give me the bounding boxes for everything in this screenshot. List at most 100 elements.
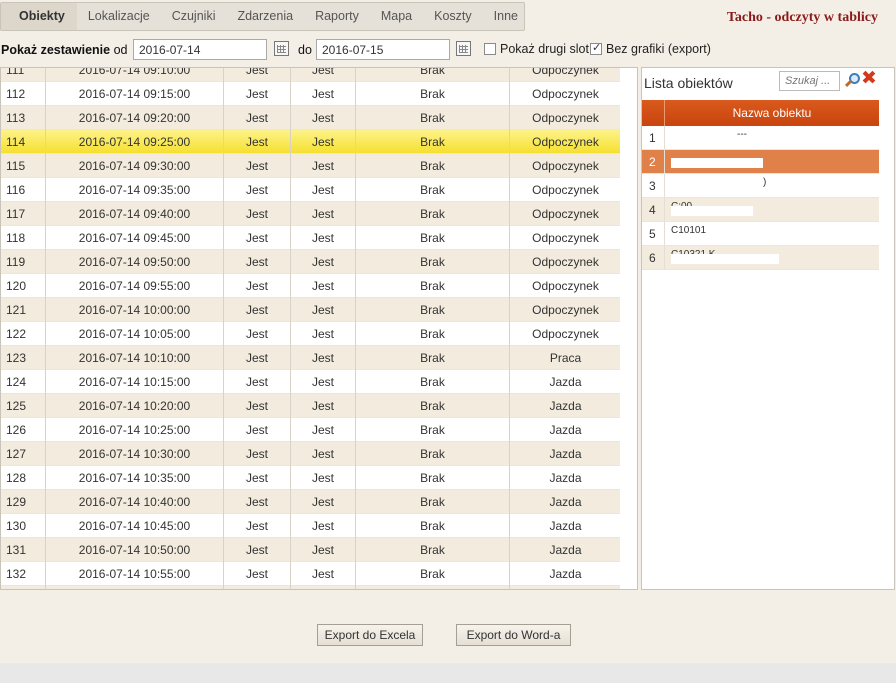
object-list-title: Lista obiektów <box>644 75 733 91</box>
cell-card-status: Brak <box>356 418 510 442</box>
object-list-item[interactable]: 3) <box>642 174 879 198</box>
cell-slot2-status: Jest <box>291 442 356 466</box>
search-icon[interactable] <box>844 73 860 88</box>
menu-item-koszty[interactable]: Koszty <box>423 3 483 30</box>
cell-slot2-status: Jest <box>291 154 356 178</box>
cell-timestamp: 2016-07-14 10:55:00 <box>46 562 224 586</box>
table-row[interactable]: 119 2016-07-14 09:50:00 Jest Jest Brak Odpocz… <box>1 250 621 274</box>
cell-row-number: 126 <box>1 418 46 442</box>
search-input[interactable] <box>779 71 840 91</box>
menu-item-zdarzenia[interactable]: Zdarzenia <box>226 3 304 30</box>
cell-slot1-status: Jest <box>224 178 291 202</box>
table-row[interactable]: 118 2016-07-14 09:45:00 Jest Jest Brak Odpocz… <box>1 226 621 250</box>
readings-table-body: 111 2016-07-14 09:10:00 Jest Jest Brak Odpocz… <box>1 68 621 589</box>
cell-slot2-status: Jest <box>291 82 356 106</box>
table-row[interactable]: 129 2016-07-14 10:40:00 Jest Jest Brak Jazda <box>1 490 621 514</box>
menu-item-obiekty[interactable]: Obiekty <box>1 3 77 30</box>
cell-row-number: 120 <box>1 274 46 298</box>
cell-slot1-status: Jest <box>224 154 291 178</box>
table-row[interactable]: 122 2016-07-14 10:05:00 Jest Jest Brak Odpocz… <box>1 322 621 346</box>
export-word-button[interactable]: Export do Word-a <box>456 624 571 646</box>
date-to-input[interactable] <box>316 39 450 60</box>
cell-slot2-status: Jest <box>291 178 356 202</box>
cell-row-number: 131 <box>1 538 46 562</box>
object-list-item[interactable]: 6C10321 K <box>642 246 879 270</box>
object-list-item[interactable]: 2 <box>642 150 879 174</box>
cell-timestamp: 2016-07-14 09:50:00 <box>46 250 224 274</box>
menu-item-inne[interactable]: Inne <box>483 3 529 30</box>
cell-card-status: Brak <box>356 68 510 82</box>
date-from-input[interactable] <box>133 39 267 60</box>
redaction-mark <box>671 254 779 264</box>
cell-timestamp: 2016-07-14 10:35:00 <box>46 466 224 490</box>
table-row[interactable]: 117 2016-07-14 09:40:00 Jest Jest Brak Odpocz… <box>1 202 621 226</box>
table-row[interactable]: 112 2016-07-14 09:15:00 Jest Jest Brak Odpocz… <box>1 82 621 106</box>
calendar-icon[interactable] <box>456 41 471 56</box>
cell-row-number: 118 <box>1 226 46 250</box>
menu-item-lokalizacje[interactable]: Lokalizacje <box>77 3 161 30</box>
table-row[interactable]: 130 2016-07-14 10:45:00 Jest Jest Brak Jazda <box>1 514 621 538</box>
cell-timestamp: 2016-07-14 10:20:00 <box>46 394 224 418</box>
cell-timestamp: 2016-07-14 09:25:00 <box>46 130 224 154</box>
cell-slot2-status: Jest <box>291 202 356 226</box>
table-row[interactable]: 121 2016-07-14 10:00:00 Jest Jest Brak Odpocz… <box>1 298 621 322</box>
cell-slot1-status: Jest <box>224 586 291 589</box>
cell-slot2-status: Jest <box>291 68 356 82</box>
cell-activity: Jazda <box>549 375 582 389</box>
no-graphics-checkbox[interactable] <box>590 41 602 55</box>
cell-timestamp: 2016-07-14 09:20:00 <box>46 106 224 130</box>
readings-table[interactable]: 111 2016-07-14 09:10:00 Jest Jest Brak Odpocz… <box>0 67 638 590</box>
object-list: Nazwa obiektu 1---23)4C:005C101016C10321… <box>642 100 879 270</box>
cell-slot2-status: Jest <box>291 250 356 274</box>
table-row[interactable]: 125 2016-07-14 10:20:00 Jest Jest Brak Jazda <box>1 394 621 418</box>
table-row[interactable]: 126 2016-07-14 10:25:00 Jest Jest Brak Jazda <box>1 418 621 442</box>
object-list-item[interactable]: 5 C10101 <box>642 222 879 246</box>
table-row[interactable]: 114 2016-07-14 09:25:00 Jest Jest Brak Odpocz… <box>1 130 621 154</box>
table-row[interactable]: 1332016-07-14 11:00:00JestJestBrakJazda <box>1 586 621 589</box>
cell-timestamp: 2016-07-14 10:00:00 <box>46 298 224 322</box>
table-row[interactable]: 128 2016-07-14 10:35:00 Jest Jest Brak Jazda <box>1 466 621 490</box>
table-row[interactable]: 123 2016-07-14 10:10:00 Jest Jest Brak Praca <box>1 346 621 370</box>
object-number: 1 <box>642 126 665 149</box>
object-name: --- <box>665 126 879 149</box>
cell-slot2-status: Jest <box>291 538 356 562</box>
table-row[interactable]: 116 2016-07-14 09:35:00 Jest Jest Brak Odpocz… <box>1 178 621 202</box>
table-row[interactable]: 132 2016-07-14 10:55:00 Jest Jest Brak Jazda <box>1 562 621 586</box>
table-row[interactable]: 113 2016-07-14 09:20:00 Jest Jest Brak Odpocz… <box>1 106 621 130</box>
object-list-item[interactable]: 4C:00 <box>642 198 879 222</box>
cell-row-number: 130 <box>1 514 46 538</box>
clear-search-icon[interactable]: ✖ <box>861 69 877 88</box>
object-list-item[interactable]: 1 --- <box>642 126 879 150</box>
second-slot-checkbox[interactable] <box>484 43 496 55</box>
object-name-fragment: C10101 <box>671 225 707 236</box>
cell-timestamp: 2016-07-14 09:55:00 <box>46 274 224 298</box>
filter-label: Pokaż zestawienie od <box>1 43 128 57</box>
vertical-scrollbar[interactable] <box>620 68 637 589</box>
calendar-icon[interactable] <box>274 41 289 56</box>
menu-item-mapa[interactable]: Mapa <box>370 3 423 30</box>
cell-slot1-status: Jest <box>224 370 291 394</box>
export-excel-button[interactable]: Export do Excela <box>317 624 423 646</box>
cell-timestamp: 2016-07-14 10:50:00 <box>46 538 224 562</box>
cell-card-status: Brak <box>356 346 510 370</box>
object-number: 3 <box>642 174 665 197</box>
table-row[interactable]: 111 2016-07-14 09:10:00 Jest Jest Brak Odpocz… <box>1 68 621 82</box>
cell-card-status: Brak <box>356 274 510 298</box>
table-row[interactable]: 131 2016-07-14 10:50:00 Jest Jest Brak Jazda <box>1 538 621 562</box>
redaction-mark <box>671 206 753 216</box>
table-row[interactable]: 124 2016-07-14 10:15:00 Jest Jest Brak Jazda <box>1 370 621 394</box>
cell-timestamp: 2016-07-14 10:40:00 <box>46 490 224 514</box>
cell-activity: Jazda <box>510 586 621 589</box>
cell-activity: Jazda <box>549 471 582 485</box>
table-row[interactable]: 120 2016-07-14 09:55:00 Jest Jest Brak Odpocz… <box>1 274 621 298</box>
cell-timestamp: 2016-07-14 10:45:00 <box>46 514 224 538</box>
menu-item-raporty[interactable]: Raporty <box>304 3 370 30</box>
table-row[interactable]: 127 2016-07-14 10:30:00 Jest Jest Brak Jazda <box>1 442 621 466</box>
cell-row-number: 119 <box>1 250 46 274</box>
table-row[interactable]: 115 2016-07-14 09:30:00 Jest Jest Brak Odpocz… <box>1 154 621 178</box>
cell-card-status: Brak <box>356 250 510 274</box>
cell-slot1-status: Jest <box>224 68 291 82</box>
cell-slot1-status: Jest <box>224 394 291 418</box>
cell-slot2-status: Jest <box>291 346 356 370</box>
menu-item-czujniki[interactable]: Czujniki <box>161 3 227 30</box>
